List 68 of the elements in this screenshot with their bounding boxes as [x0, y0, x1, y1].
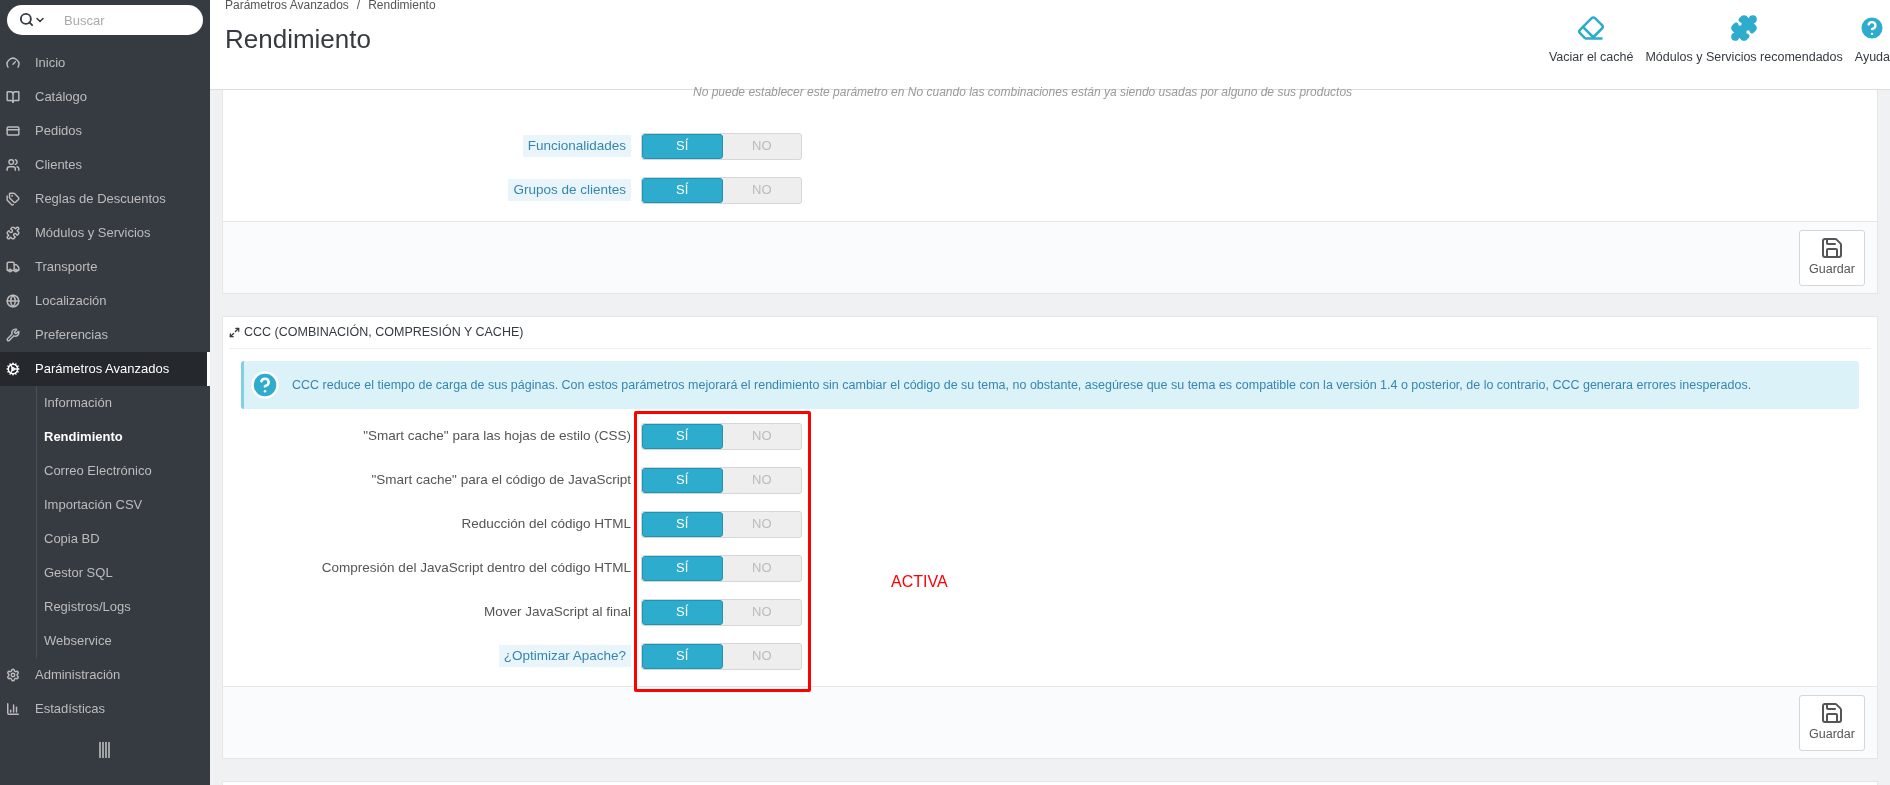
field-label: "Smart cache" para las hojas de estilo (CSS) [363, 426, 631, 445]
yes-option[interactable]: SÍ [642, 511, 723, 537]
sidebar-item[interactable]: Localización [0, 284, 210, 318]
field-label: "Smart cache" para el código de JavaScript [371, 470, 631, 489]
sidebar-item[interactable]: Clientes [0, 148, 210, 182]
panel-heading: CCC (COMBINACIÓN, COMPRESIÓN Y CACHE) [244, 323, 524, 342]
toolbar-button[interactable]: Ayuda [1854, 14, 1890, 67]
submenu-item[interactable]: Gestor SQL [37, 556, 210, 590]
submenu-item[interactable]: Información [37, 386, 210, 420]
toolbar-button[interactable]: Vaciar el caché [1548, 14, 1634, 67]
truck-icon [6, 260, 20, 274]
sidebar-item[interactable]: Parámetros Avanzados [0, 352, 210, 386]
field-label: Mover JavaScript al final [483, 602, 631, 621]
toolbar-button[interactable]: Módulos y Servicios recomendados [1645, 14, 1843, 67]
info-text: CCC reduce el tiempo de carga de sus páginas. Con estos parámetros mejorará el rendimiento sin cambiar el código de su tema, no obstante, asegúrese que su tema es compatible con la versión 1.4 o posterior, de lo contrario, CCC generara errores inesperados. [292, 376, 1752, 394]
sidebar-collapse-icon[interactable] [99, 742, 111, 758]
submenu-item[interactable]: Correo Electrónico [37, 454, 210, 488]
sidebar-item[interactable]: Preferencias [0, 318, 210, 352]
credit-card-icon [6, 124, 20, 138]
sidebar-item[interactable]: Pedidos [0, 114, 210, 148]
field-label: Compresión del JavaScript dentro del código HTML [321, 558, 631, 577]
save-button[interactable]: Guardar [1799, 229, 1865, 286]
sidebar-item[interactable]: Inicio [0, 46, 210, 80]
yes-option[interactable]: SÍ [642, 467, 723, 493]
yes-option[interactable]: SÍ [642, 177, 723, 203]
search-icon [19, 12, 34, 27]
search-field[interactable]: Buscar [7, 5, 203, 35]
sidebar-item[interactable]: Transporte [0, 250, 210, 284]
gear-icon [6, 668, 20, 682]
sidebar-item[interactable]: Catálogo [0, 80, 210, 114]
field-label: Reducción del código HTML [461, 514, 631, 533]
yes-option[interactable]: SÍ [642, 133, 723, 159]
yes-option[interactable]: SÍ [642, 555, 723, 581]
submenu-item[interactable]: Webservice [37, 624, 210, 658]
submenu-item[interactable]: Rendimiento [37, 420, 210, 454]
breadcrumb-item: Rendimiento [368, 0, 436, 10]
eraser-icon [1577, 14, 1606, 42]
expand-icon [229, 327, 240, 338]
puzzle-icon [6, 226, 20, 240]
submenu-item[interactable]: Importación CSV [37, 488, 210, 522]
yes-option[interactable]: SÍ [642, 599, 723, 625]
hint-text: No puede establecer este parámetro en No cuando las combinaciones están ya siendo usadas por alguno de sus productos [693, 85, 1353, 99]
submenu-item[interactable]: Copia BD [37, 522, 210, 556]
page-title: Rendimiento [225, 23, 372, 56]
tags-icon [6, 192, 20, 206]
wrench-icon [6, 328, 20, 342]
puzzle-icon [1730, 14, 1759, 42]
submenu-item[interactable]: Registros/Logs [37, 590, 210, 624]
sidebar-item[interactable]: Administración [0, 658, 210, 692]
save-button[interactable]: Guardar [1799, 694, 1865, 751]
yes-option[interactable]: SÍ [642, 643, 723, 669]
dashboard-icon [6, 56, 20, 70]
globe-icon [6, 294, 20, 308]
help-icon [250, 370, 280, 400]
breadcrumb-item: Parámetros Avanzados [225, 0, 349, 10]
annotation-text: ACTIVA [891, 572, 948, 592]
gears-icon [6, 362, 20, 376]
field-label[interactable]: Grupos de clientes [508, 178, 631, 202]
yes-option[interactable]: SÍ [642, 423, 723, 449]
breadcrumb-item: / [356, 0, 361, 10]
field-label[interactable]: Funcionalidades [522, 134, 631, 158]
field-label[interactable]: ¿Optimizar Apache? [498, 644, 631, 668]
bar-chart-icon [6, 702, 20, 716]
sidebar-item[interactable]: Reglas de Descuentos [0, 182, 210, 216]
sidebar-item[interactable]: Estadísticas [0, 692, 210, 726]
users-icon [6, 158, 20, 172]
sidebar-item[interactable]: Módulos y Servicios [0, 216, 210, 250]
book-icon [6, 90, 20, 104]
